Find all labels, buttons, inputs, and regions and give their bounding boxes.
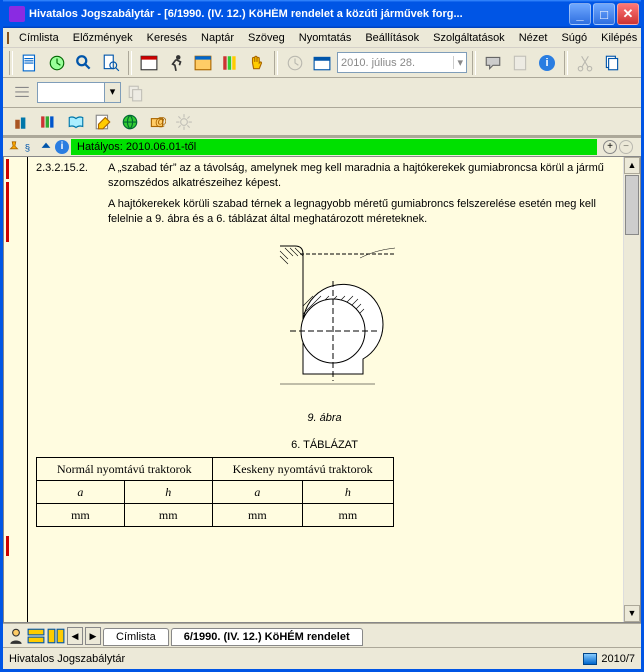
- mail-icon[interactable]: @: [145, 110, 169, 134]
- menu-sugo[interactable]: Súgó: [555, 30, 593, 46]
- menu-elozmenyek[interactable]: Előzmények: [67, 30, 139, 46]
- toolbar-2: ▾: [3, 78, 641, 108]
- tab-cimlista[interactable]: Címlista: [103, 628, 169, 646]
- table-title: 6. TÁBLÁZAT: [36, 438, 613, 453]
- tab-prev-button[interactable]: ◀: [67, 627, 83, 645]
- gear-icon[interactable]: [172, 110, 196, 134]
- calendar-icon[interactable]: [137, 51, 161, 75]
- copy-section-icon[interactable]: [124, 81, 148, 105]
- table-6: Normál nyomtávú traktorok Keskeny nyomtá…: [36, 457, 394, 528]
- section-number: 2.3.2.15.2.: [36, 161, 100, 191]
- menu-bar: Címlista Előzmények Keresés Naptár Szöve…: [3, 28, 641, 48]
- svg-text:@: @: [155, 114, 166, 128]
- date-field[interactable]: 2010. július 28. ▾: [337, 52, 467, 73]
- chat-icon[interactable]: [481, 51, 505, 75]
- minimize-button[interactable]: _: [569, 3, 591, 25]
- app-icon: [9, 6, 25, 22]
- open-book-icon[interactable]: [64, 110, 88, 134]
- maximize-button[interactable]: □: [593, 3, 615, 25]
- shelf-icon[interactable]: [10, 110, 34, 134]
- window-icon[interactable]: [191, 51, 215, 75]
- dropdown-icon[interactable]: ▾: [104, 83, 120, 102]
- paragraph-1: A „szabad tér” az a távolság, amelynek m…: [108, 161, 613, 191]
- up-icon[interactable]: [39, 140, 53, 154]
- pin-icon[interactable]: [7, 140, 21, 154]
- zoom-in-icon[interactable]: +: [603, 140, 617, 154]
- person-icon[interactable]: [7, 627, 25, 645]
- book-icon: [7, 32, 9, 44]
- svg-text:§: §: [25, 143, 30, 154]
- paragraph-2: A hajtókerekek körüli szabad térnek a le…: [108, 197, 613, 227]
- date-value: 2010. július 28.: [341, 57, 415, 69]
- window-title: Hivatalos Jogszabálytár - [6/1990. (IV. …: [29, 8, 569, 20]
- menu-beallitasok[interactable]: Beállítások: [359, 30, 425, 46]
- tab-next-button[interactable]: ▶: [85, 627, 101, 645]
- menu-naptar[interactable]: Naptár: [195, 30, 240, 46]
- figure-caption: 9. ábra: [36, 411, 613, 426]
- menu-kereses[interactable]: Keresés: [141, 30, 193, 46]
- runner-icon[interactable]: [164, 51, 188, 75]
- menu-nyomtatas[interactable]: Nyomtatás: [293, 30, 358, 46]
- dropdown-icon[interactable]: ▾: [453, 56, 463, 69]
- document-area: 2.3.2.15.2. A „szabad tér” az a távolság…: [3, 156, 641, 623]
- menu-nezet[interactable]: Nézet: [513, 30, 554, 46]
- figure-9: [36, 236, 613, 401]
- books-icon[interactable]: [218, 51, 242, 75]
- hand-icon[interactable]: [245, 51, 269, 75]
- para-list-icon[interactable]: [10, 81, 34, 105]
- info-icon[interactable]: i: [535, 51, 559, 75]
- toolbar-main: 2010. július 28. ▾ i: [3, 48, 641, 78]
- globe-icon[interactable]: [118, 110, 142, 134]
- toolbar-3: @: [3, 108, 641, 138]
- status-issue: 2010/7: [601, 653, 635, 665]
- col-group-1: Normál nyomtávú traktorok: [37, 457, 213, 480]
- search-doc-icon[interactable]: [99, 51, 123, 75]
- validity-bar: § i Hatályos: 2010.06.01-től + −: [3, 138, 641, 156]
- close-button[interactable]: ✕: [617, 3, 639, 25]
- cut-icon[interactable]: [573, 51, 597, 75]
- info-icon[interactable]: i: [55, 140, 69, 154]
- gutter: [4, 157, 28, 622]
- tile-v-icon[interactable]: [47, 627, 65, 645]
- note-icon[interactable]: [508, 51, 532, 75]
- book-icon: [583, 653, 597, 665]
- doc-icon[interactable]: [18, 51, 42, 75]
- tab-document[interactable]: 6/1990. (IV. 12.) KöHÉM rendelet: [171, 628, 363, 646]
- validity-strip: Hatályos: 2010.06.01-től: [71, 139, 597, 155]
- history-icon[interactable]: [283, 51, 307, 75]
- col-group-2: Keskeny nyomtávú traktorok: [212, 457, 393, 480]
- vertical-scrollbar[interactable]: ▲ ▼: [623, 157, 640, 622]
- title-bar: Hivatalos Jogszabálytár - [6/1990. (IV. …: [3, 0, 641, 28]
- menu-szoveg[interactable]: Szöveg: [242, 30, 291, 46]
- tile-h-icon[interactable]: [27, 627, 45, 645]
- scroll-up-button[interactable]: ▲: [624, 157, 640, 174]
- edit-note-icon[interactable]: [91, 110, 115, 134]
- copy-icon[interactable]: [600, 51, 624, 75]
- search-icon[interactable]: [72, 51, 96, 75]
- section-icon[interactable]: §: [23, 140, 37, 154]
- scroll-thumb[interactable]: [625, 175, 639, 235]
- menu-cimlista[interactable]: Címlista: [13, 30, 65, 46]
- status-bar: Hivatalos Jogszabálytár 2010/7: [3, 647, 641, 669]
- zoom-out-icon[interactable]: −: [619, 140, 633, 154]
- clock-icon[interactable]: [45, 51, 69, 75]
- validity-text: Hatályos: 2010.06.01-től: [77, 141, 196, 153]
- menu-kilepes[interactable]: Kilépés: [595, 30, 643, 46]
- menu-szolgaltatasok[interactable]: Szolgáltatások: [427, 30, 511, 46]
- status-text: Hivatalos Jogszabálytár: [9, 653, 125, 665]
- document-content: 2.3.2.15.2. A „szabad tér” az a távolság…: [28, 157, 623, 622]
- tab-strip: ◀ ▶ Címlista 6/1990. (IV. 12.) KöHÉM ren…: [3, 623, 641, 647]
- scroll-down-button[interactable]: ▼: [624, 605, 640, 622]
- library-icon[interactable]: [37, 110, 61, 134]
- section-combo[interactable]: ▾: [37, 82, 121, 103]
- date-cal-icon[interactable]: [310, 51, 334, 75]
